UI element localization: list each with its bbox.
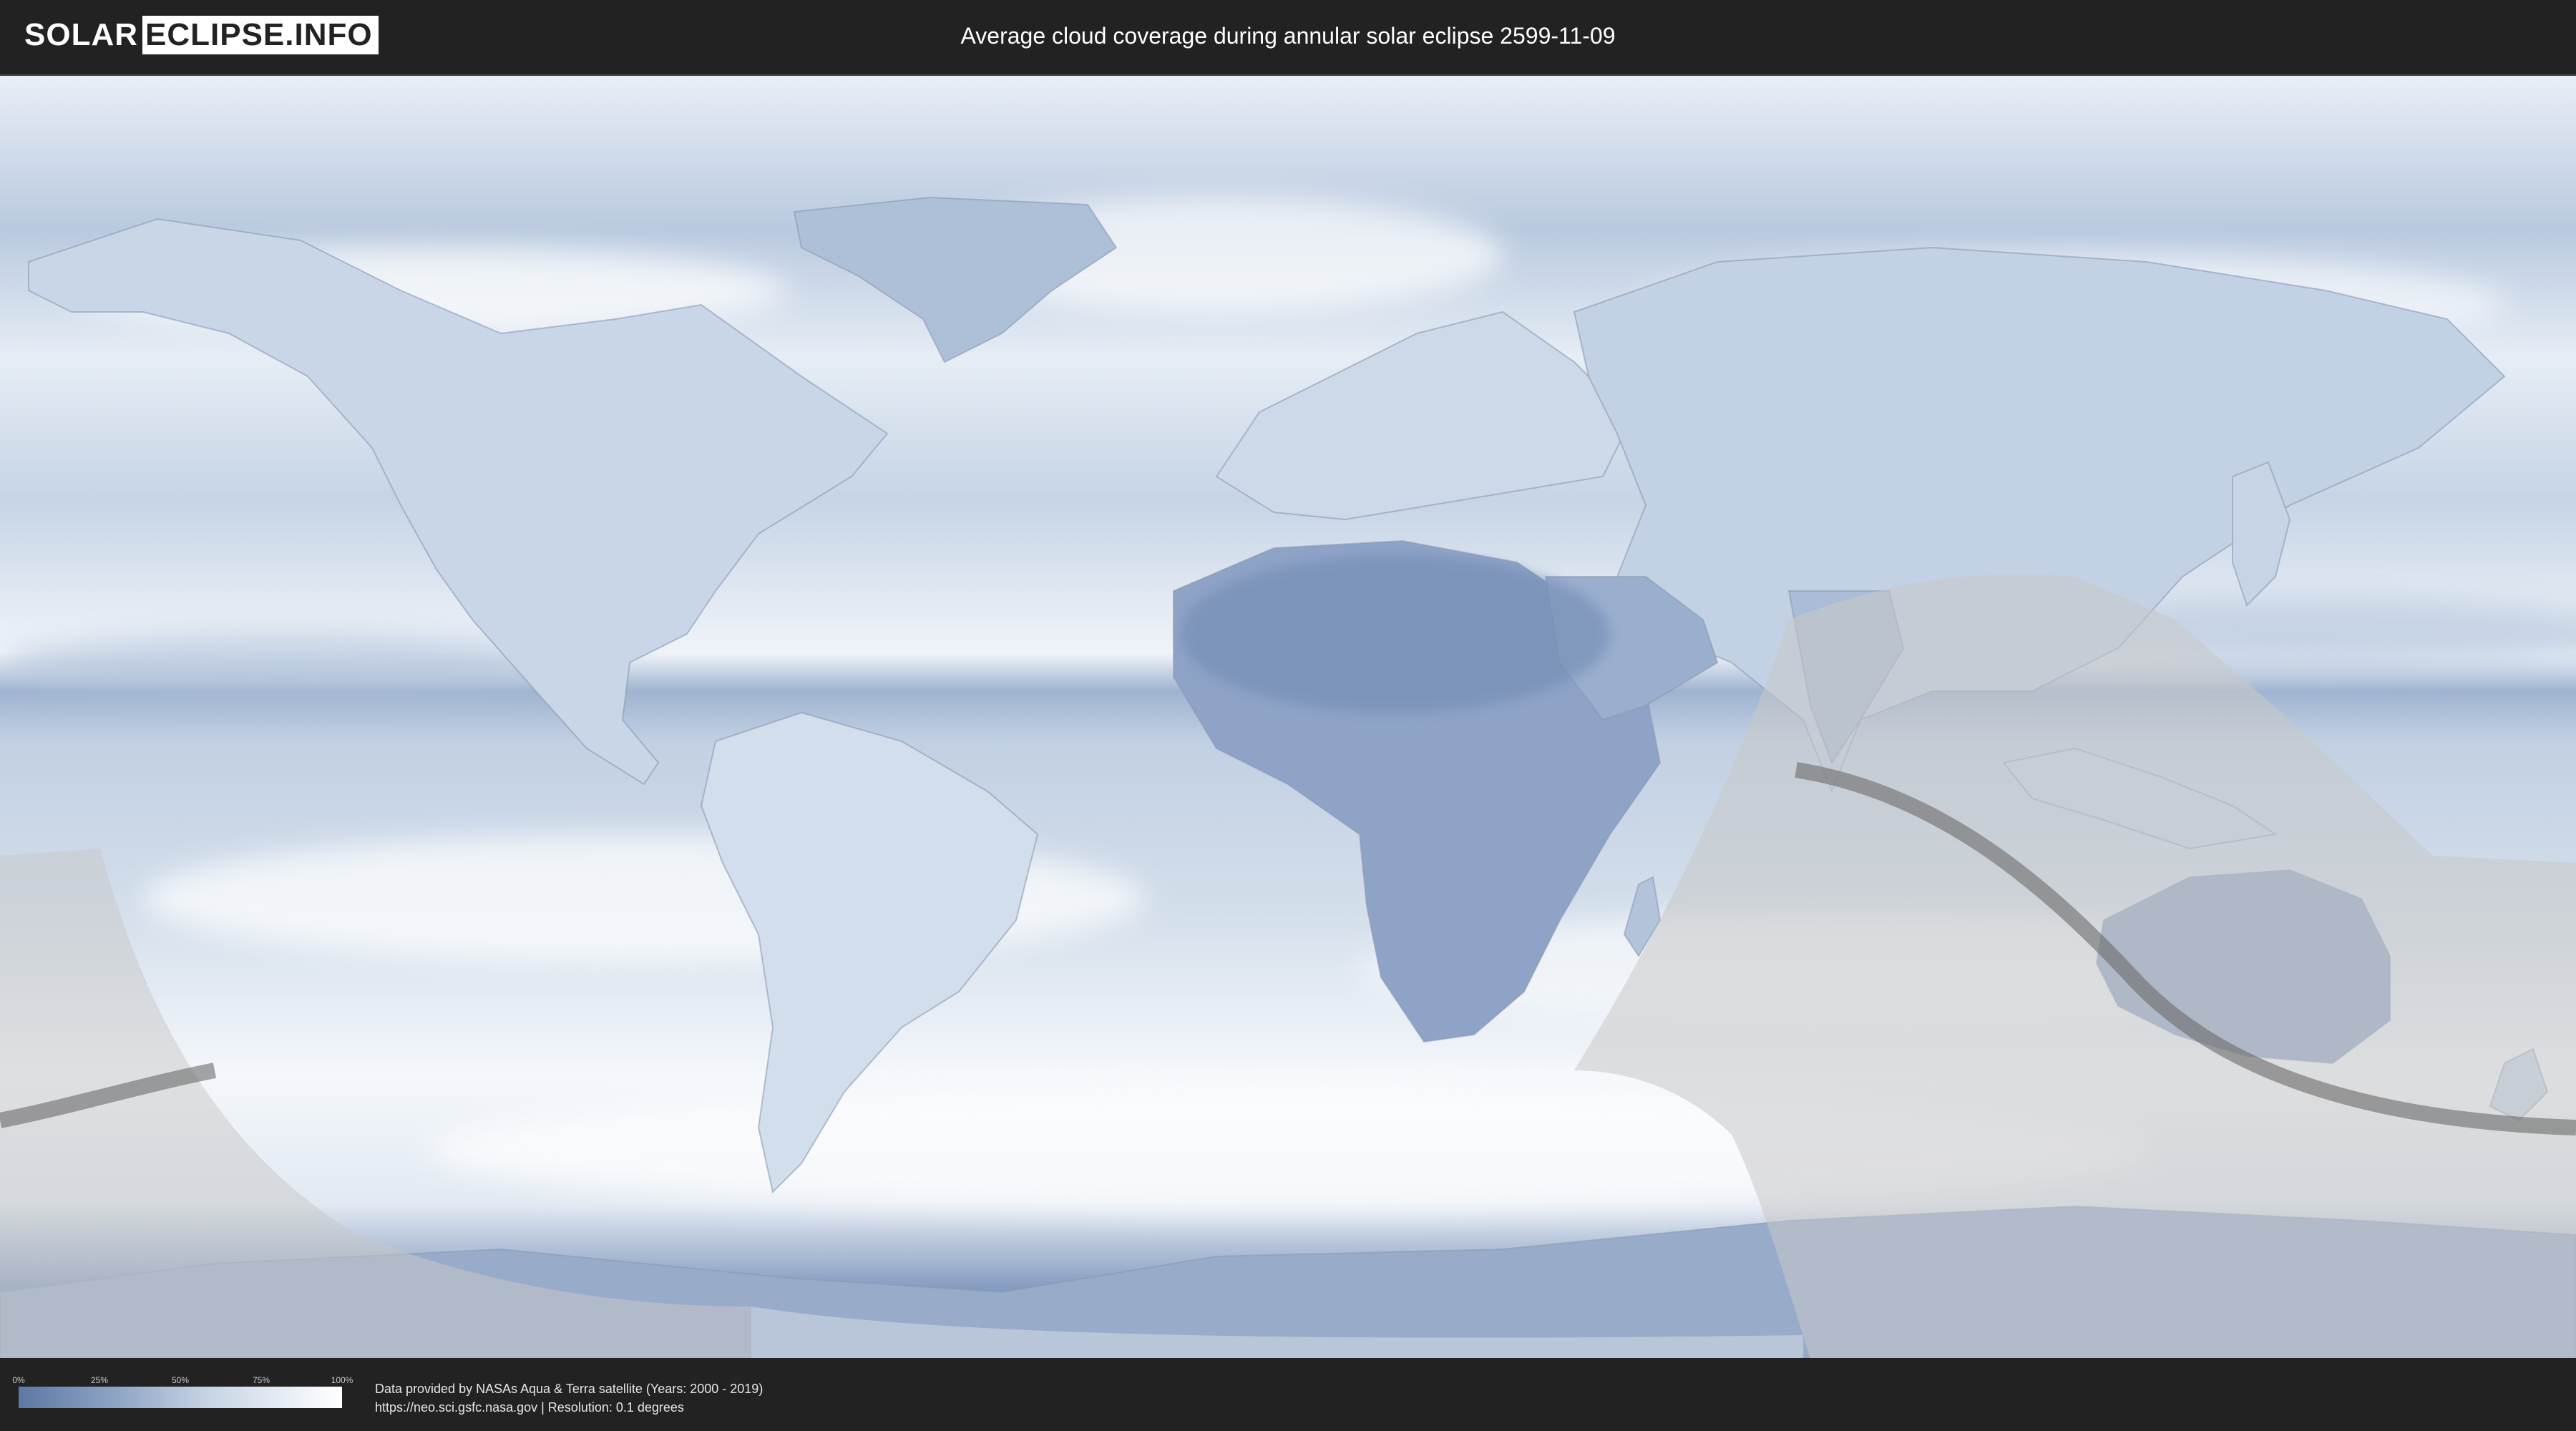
legend-tick-25: 25% (90, 1375, 109, 1385)
legend-tick-0: 0% (12, 1375, 25, 1385)
credit-line-source: Data provided by NASAs Aqua & Terra sate… (375, 1382, 763, 1396)
data-credits: Data provided by NASAs Aqua & Terra sate… (375, 1379, 763, 1417)
legend-gradient-bar (19, 1387, 342, 1408)
sahara-clear-region (1181, 555, 1610, 713)
legend-tick-75: 75% (252, 1375, 270, 1385)
cloud-coverage-legend: 0% 25% 50% 75% 100% (12, 1375, 353, 1408)
legend-tick-50: 50% (171, 1375, 190, 1385)
credit-line-url[interactable]: https://neo.sci.gsfc.nasa.gov | Resoluti… (375, 1398, 763, 1417)
footer-bar: 0% 25% 50% 75% 100% Data provided by NAS… (0, 1358, 2576, 1431)
legend-tick-100: 100% (331, 1375, 353, 1385)
header-bar: SOLAR ECLIPSE.INFO Average cloud coverag… (0, 0, 2576, 72)
page-title: Average cloud coverage during annular so… (960, 23, 1616, 49)
legend-tick-labels: 0% 25% 50% 75% 100% (12, 1375, 353, 1387)
world-map-svg (0, 76, 2576, 1358)
cloud-coverage-map (0, 74, 2576, 1359)
